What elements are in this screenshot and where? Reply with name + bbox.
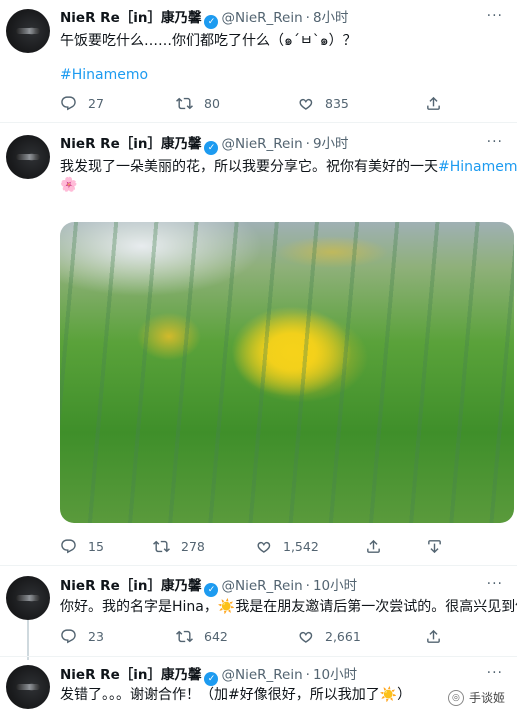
verified-badge-icon: ✓ xyxy=(204,15,219,29)
tweet-text-body-cont: ） xyxy=(397,687,412,703)
verified-badge-icon: ✓ xyxy=(204,141,219,155)
avatar[interactable] xyxy=(6,665,50,709)
retweet-count: 278 xyxy=(181,538,205,554)
handle[interactable]: @NieR_Rein xyxy=(221,10,302,26)
more-options-icon[interactable]: ··· xyxy=(487,134,503,150)
meta-separator: · xyxy=(305,667,310,683)
share-button[interactable] xyxy=(425,626,442,646)
watermark: ◎ 手谈姬 xyxy=(447,689,505,706)
timestamp[interactable]: 10小时 xyxy=(313,578,357,594)
tweet-photo[interactable] xyxy=(60,222,514,523)
verified-badge-icon: ✓ xyxy=(204,672,219,686)
avatar[interactable] xyxy=(6,576,50,620)
retweet-button[interactable]: 80 xyxy=(176,93,220,113)
reply-count: 15 xyxy=(88,538,104,554)
tweet[interactable]: NieR Re［in］康乃馨 ✓ @NieR_Rein · 10小时 ··· 你好。我的… xyxy=(0,566,517,656)
like-button[interactable]: 2,661 xyxy=(297,626,361,646)
like-button[interactable]: 1,542 xyxy=(255,536,319,556)
tweet-text-body: 发错了。。。谢谢合作！（加#好像很好，所以我加了 xyxy=(60,687,380,703)
reply-button[interactable]: 15 xyxy=(60,536,104,556)
meta-separator: · xyxy=(305,578,310,594)
tweet-text-body: 你好。我的名字是Hina， xyxy=(60,599,218,615)
like-count: 835 xyxy=(325,95,349,111)
hashtag-link[interactable]: #Hinamemo xyxy=(438,159,517,175)
download-button[interactable] xyxy=(426,536,443,556)
retweet-icon xyxy=(176,95,193,112)
reply-icon xyxy=(60,95,77,112)
tweet-header: NieR Re［in］康乃馨 ✓ @NieR_Rein · 10小时 xyxy=(60,576,357,597)
avatar[interactable] xyxy=(6,135,50,179)
sun-emoji: ☀️ xyxy=(217,599,236,615)
retweet-count: 642 xyxy=(204,628,228,644)
tweet-actions: 23 642 2,661 xyxy=(60,626,452,646)
like-button[interactable]: 835 xyxy=(297,93,349,113)
meta-separator: · xyxy=(305,10,310,26)
tweet-actions: 15 278 1,542 xyxy=(60,536,452,556)
more-options-icon[interactable]: ··· xyxy=(487,665,503,681)
tweet-text-body: 我发现了一朵美丽的花，所以我要分享它。祝你有美好的一天 xyxy=(60,159,438,175)
verified-badge-icon: ✓ xyxy=(204,583,219,597)
reply-button[interactable]: 23 xyxy=(60,626,104,646)
tweet-text: 你好。我的名字是Hina，☀️我是在朋友邀请后第一次尝试的。很高兴见到你 xyxy=(60,597,517,617)
like-count: 1,542 xyxy=(283,538,319,554)
share-icon xyxy=(365,538,382,555)
like-icon xyxy=(297,95,314,112)
handle[interactable]: @NieR_Rein xyxy=(221,578,302,594)
tweet[interactable]: NieR Re［in］康乃馨 ✓ @NieR_Rein · 10小时 ··· 发错了。。… xyxy=(0,657,517,722)
share-button[interactable] xyxy=(365,536,382,556)
meta-separator: · xyxy=(305,136,310,152)
like-count: 2,661 xyxy=(325,628,361,644)
share-icon xyxy=(425,95,442,112)
tweet-actions: 27 80 835 xyxy=(60,93,452,113)
flower-emoji: 🌸 xyxy=(60,177,78,193)
tweet-text-body-cont: 我是在朋友邀请后第一次尝试的。很高兴见到你 xyxy=(235,599,517,615)
display-name[interactable]: NieR Re［in］康乃馨 xyxy=(60,136,201,152)
reply-icon xyxy=(60,538,77,555)
download-icon xyxy=(426,538,443,555)
like-icon xyxy=(297,628,314,645)
more-options-icon[interactable]: ··· xyxy=(487,576,503,592)
sun-emoji: ☀️ xyxy=(379,687,398,703)
retweet-icon xyxy=(153,538,170,555)
retweet-count: 80 xyxy=(204,95,220,111)
share-button[interactable] xyxy=(425,93,442,113)
photo-texture xyxy=(60,222,514,523)
retweet-icon xyxy=(176,628,193,645)
like-icon xyxy=(255,538,272,555)
tweet-header: NieR Re［in］康乃馨 ✓ @NieR_Rein · 9小时 xyxy=(60,134,349,155)
display-name[interactable]: NieR Re［in］康乃馨 xyxy=(60,10,201,26)
handle[interactable]: @NieR_Rein xyxy=(221,136,302,152)
timestamp[interactable]: 9小时 xyxy=(313,136,349,152)
tweet-text: 午饭要吃什么……你们都吃了什么（๑´ㅂ`๑）？ xyxy=(60,33,357,49)
more-options-icon[interactable]: ··· xyxy=(487,8,503,24)
display-name[interactable]: NieR Re［in］康乃馨 xyxy=(60,667,201,683)
avatar[interactable] xyxy=(6,9,50,53)
retweet-button[interactable]: 278 xyxy=(153,536,205,556)
handle[interactable]: @NieR_Rein xyxy=(221,667,302,683)
reply-count: 27 xyxy=(88,95,104,111)
tweet-text: 我发现了一朵美丽的花，所以我要分享它。祝你有美好的一天#Hinamemo xyxy=(60,157,517,177)
reply-count: 23 xyxy=(88,628,104,644)
tweet-text: 发错了。。。谢谢合作！（加#好像很好，所以我加了☀️） xyxy=(60,685,411,705)
share-icon xyxy=(425,628,442,645)
reply-icon xyxy=(60,628,77,645)
reply-button[interactable]: 27 xyxy=(60,93,104,113)
tweet-header: NieR Re［in］康乃馨 ✓ @NieR_Rein · 10小时 xyxy=(60,665,357,686)
tweet[interactable]: NieR Re［in］康乃馨 ✓ @NieR_Rein · 8小时 ··· 午饭要吃什么… xyxy=(0,0,517,122)
watermark-logo-icon: ◎ xyxy=(447,689,464,706)
tweet-header: NieR Re［in］康乃馨 ✓ @NieR_Rein · 8小时 xyxy=(60,8,349,29)
hashtag-link[interactable]: #Hinamemo xyxy=(60,65,505,85)
timestamp[interactable]: 10小时 xyxy=(313,667,357,683)
timestamp[interactable]: 8小时 xyxy=(313,10,349,26)
watermark-text: 手谈姬 xyxy=(468,691,505,705)
display-name[interactable]: NieR Re［in］康乃馨 xyxy=(60,578,201,594)
retweet-button[interactable]: 642 xyxy=(176,626,228,646)
